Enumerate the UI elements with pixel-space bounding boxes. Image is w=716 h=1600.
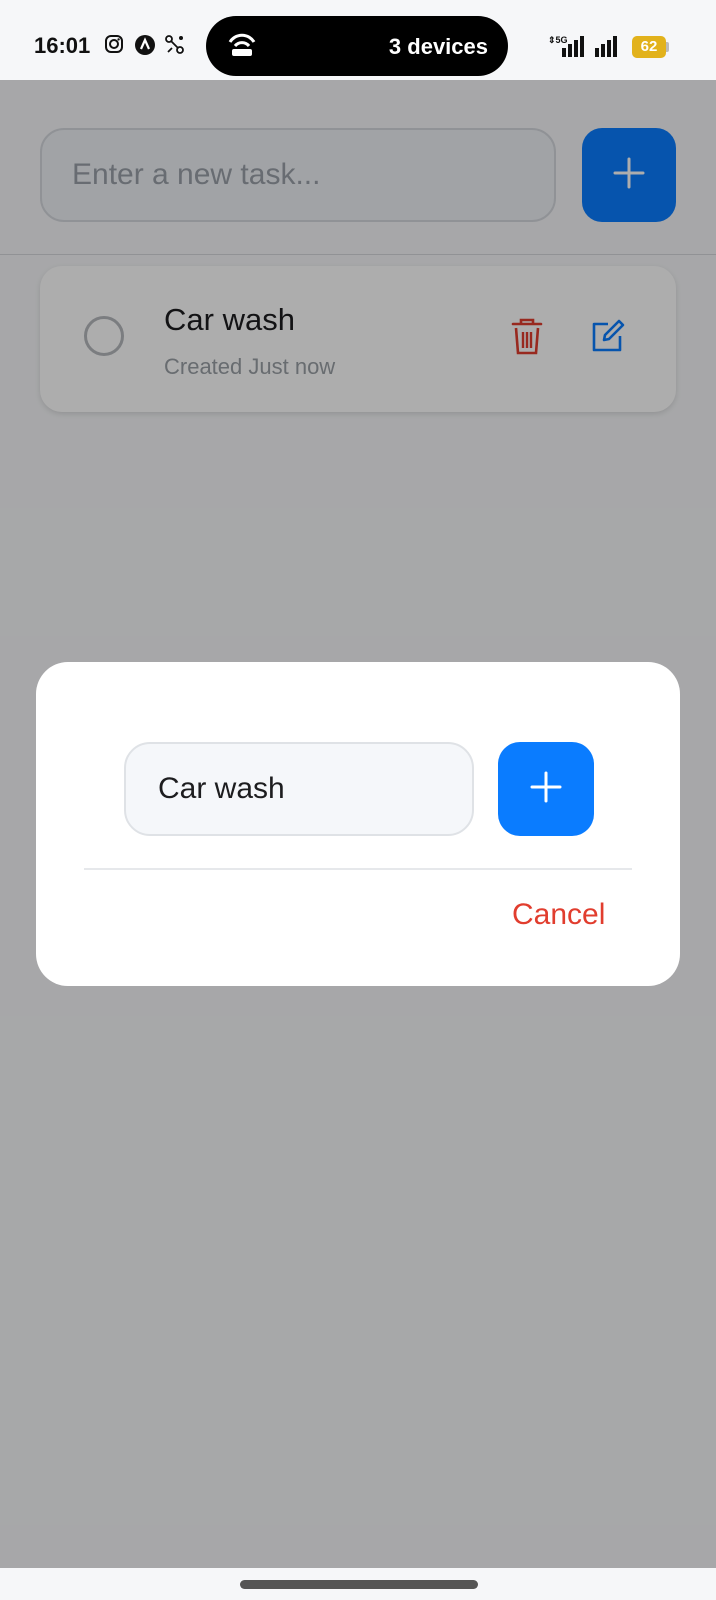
signal-5g-icon: ⇕5G: [548, 34, 588, 63]
edit-task-input[interactable]: [124, 742, 474, 836]
status-bar: 16:01 3 devices ⇕5G 62: [0, 0, 716, 80]
svg-text:⇕5G: ⇕5G: [548, 35, 568, 45]
plus-icon: [529, 770, 563, 809]
devices-count: 3 devices: [388, 34, 488, 59]
dialog-divider: [84, 868, 632, 870]
status-time: 16:01: [34, 33, 91, 58]
home-indicator[interactable]: [240, 1580, 478, 1589]
instagram-icon: [104, 34, 124, 59]
hotspot-icon: [226, 32, 258, 63]
dynamic-island[interactable]: 3 devices: [206, 16, 508, 76]
cancel-button[interactable]: Cancel: [512, 898, 605, 932]
signal-icon: [594, 34, 622, 63]
battery-level: 62: [632, 36, 666, 58]
nodes-icon: [164, 34, 186, 61]
battery-icon: [666, 42, 669, 52]
app-notification-icon: [134, 34, 156, 61]
gesture-nav-bar: [0, 1568, 716, 1600]
edit-task-dialog: Cancel: [36, 662, 680, 986]
confirm-edit-button[interactable]: [498, 742, 594, 836]
